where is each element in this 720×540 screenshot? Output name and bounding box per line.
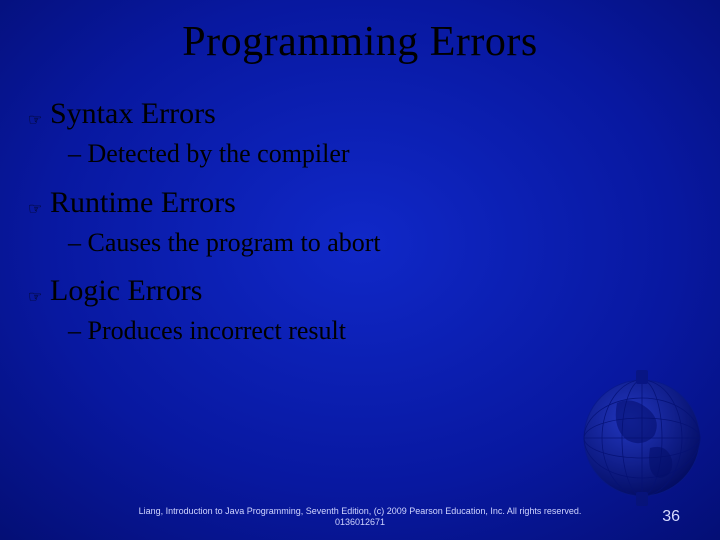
pointer-icon: ☞ bbox=[28, 287, 50, 307]
bullet-item: ☞ Logic Errors bbox=[28, 273, 692, 309]
sub-bullet: – Produces incorrect result bbox=[28, 315, 692, 348]
sub-bullet-text: – Detected by the compiler bbox=[68, 139, 350, 168]
pointer-icon: ☞ bbox=[28, 199, 50, 219]
footer-text: Liang, Introduction to Java Programming,… bbox=[120, 506, 600, 529]
sub-bullet: – Causes the program to abort bbox=[28, 227, 692, 260]
sub-bullet-text: – Produces incorrect result bbox=[68, 316, 346, 345]
pointer-icon: ☞ bbox=[28, 110, 50, 130]
footer: Liang, Introduction to Java Programming,… bbox=[0, 506, 720, 530]
globe-icon bbox=[572, 368, 712, 508]
slide-body: ☞ Syntax Errors – Detected by the compil… bbox=[0, 66, 720, 348]
sub-bullet-text: – Causes the program to abort bbox=[68, 228, 381, 257]
slide-title: Programming Errors bbox=[0, 0, 720, 66]
bullet-label: Logic Errors bbox=[50, 273, 202, 309]
bullet-item: ☞ Syntax Errors bbox=[28, 96, 692, 132]
page-number: 36 bbox=[662, 508, 680, 526]
bullet-label: Runtime Errors bbox=[50, 185, 236, 221]
bullet-label: Syntax Errors bbox=[50, 96, 216, 132]
bullet-item: ☞ Runtime Errors bbox=[28, 185, 692, 221]
sub-bullet: – Detected by the compiler bbox=[28, 138, 692, 171]
